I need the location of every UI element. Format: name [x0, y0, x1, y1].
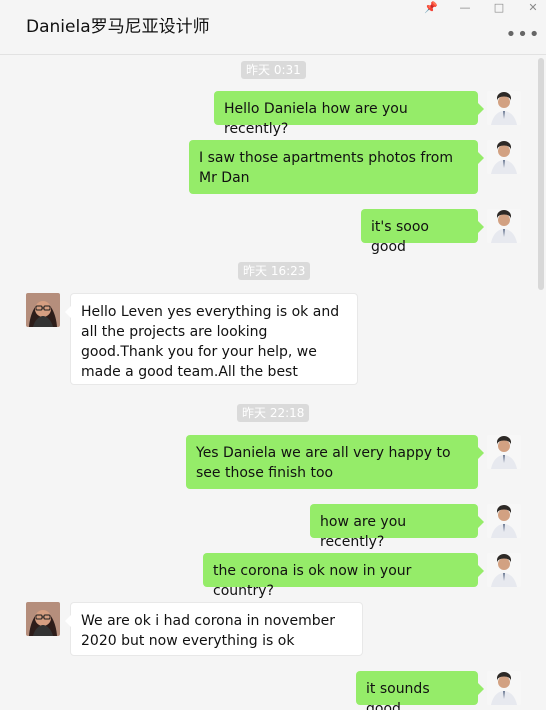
chat-window: Daniela罗马尼亚设计师 📌 — □ ✕ ••• 昨天 0:31 昨天 16…	[0, 0, 546, 710]
chat-message-bubble: it's sooo good	[361, 209, 484, 255]
self-avatar[interactable]	[487, 209, 521, 243]
minimize-button[interactable]: —	[448, 0, 482, 14]
more-options-icon[interactable]: •••	[506, 24, 540, 45]
timestamp: 昨天 0:31	[241, 61, 306, 79]
self-avatar[interactable]	[487, 435, 521, 469]
pin-icon[interactable]: 📌	[414, 0, 448, 14]
contact-avatar[interactable]	[26, 602, 60, 636]
chat-message-bubble: Hello Daniela how are you recently?	[214, 91, 484, 137]
contact-avatar[interactable]	[26, 293, 60, 327]
close-button[interactable]: ✕	[516, 0, 546, 14]
chat-message-bubble: the corona is ok now in your country?	[203, 553, 484, 599]
self-avatar[interactable]	[487, 553, 521, 587]
chat-message-bubble: Yes Daniela we are all very happy to see…	[186, 435, 484, 489]
timestamp: 昨天 16:23	[238, 262, 311, 280]
chat-message-bubble: it sounds good	[356, 671, 484, 710]
chat-message-bubble: We are ok i had corona in november 2020 …	[65, 602, 363, 656]
self-avatar[interactable]	[487, 504, 521, 538]
self-avatar[interactable]	[487, 91, 521, 125]
chat-scrollbar[interactable]	[538, 58, 544, 290]
chat-title: Daniela罗马尼亚设计师	[26, 17, 210, 37]
self-avatar[interactable]	[487, 671, 521, 705]
chat-message-bubble: I saw those apartments photos from Mr Da…	[189, 140, 484, 194]
chat-message-bubble: how are you recently?	[310, 504, 484, 550]
chat-message-bubble: Hello Leven yes everything is ok and all…	[65, 293, 358, 385]
chat-header: Daniela罗马尼亚设计师 📌 — □ ✕ •••	[0, 0, 546, 55]
maximize-button[interactable]: □	[482, 0, 516, 14]
timestamp: 昨天 22:18	[237, 404, 310, 422]
self-avatar[interactable]	[487, 140, 521, 174]
